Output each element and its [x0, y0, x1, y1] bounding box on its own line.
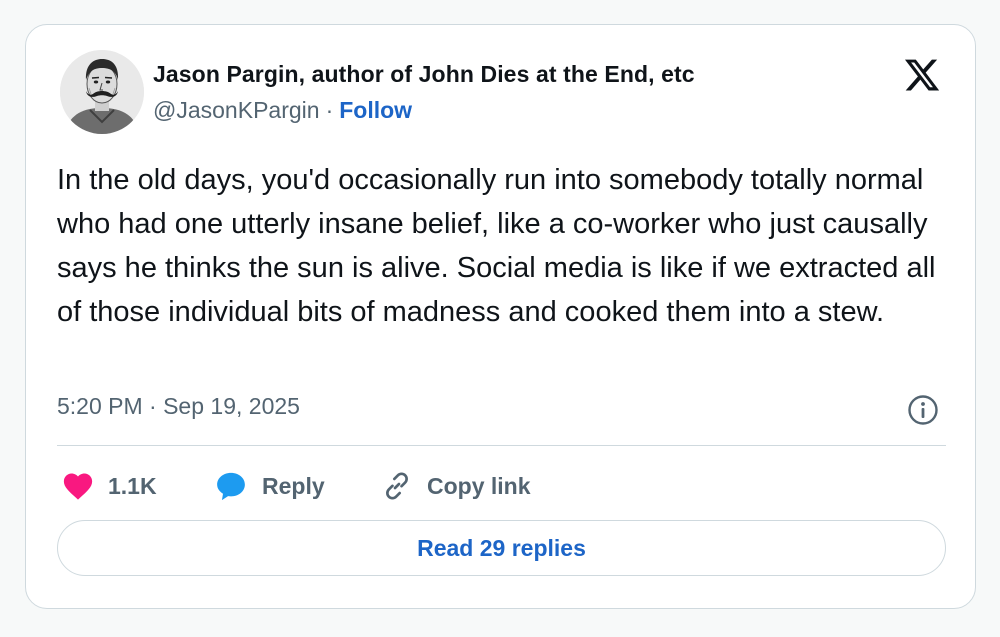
author-display-name[interactable]: Jason Pargin, author of John Dies at the…: [153, 61, 695, 88]
like-button[interactable]: 1.1K: [62, 469, 157, 503]
author-handle[interactable]: @JasonKPargin: [153, 97, 320, 123]
post-timestamp[interactable]: 5:20 PM · Sep 19, 2025: [57, 393, 300, 420]
author-meta-row: @JasonKPargin · Follow: [153, 97, 412, 124]
follow-button[interactable]: Follow: [339, 97, 412, 123]
link-icon: [386, 472, 408, 500]
handle-separator: ·: [325, 97, 334, 123]
author-portrait-icon: [60, 50, 144, 134]
like-count: 1.1K: [108, 472, 157, 499]
embedded-post-card: Jason Pargin, author of John Dies at the…: [25, 24, 976, 609]
post-text: In the old days, you'd occasionally run …: [57, 164, 936, 328]
copy-link-button[interactable]: Copy link: [381, 469, 531, 503]
x-logo-icon[interactable]: [903, 56, 941, 94]
read-replies-button[interactable]: Read 29 replies: [57, 520, 946, 576]
speech-bubble-icon: [217, 472, 245, 501]
reply-button[interactable]: Reply: [214, 469, 325, 503]
copy-link-label: Copy link: [427, 472, 531, 499]
divider: [57, 445, 946, 446]
heart-icon: [63, 473, 93, 500]
info-icon[interactable]: [907, 394, 939, 426]
reply-label: Reply: [262, 472, 325, 499]
avatar[interactable]: [60, 50, 144, 134]
